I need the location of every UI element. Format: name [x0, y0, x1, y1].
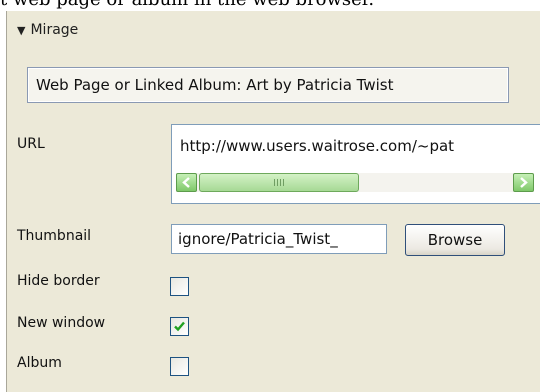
triangle-down-icon[interactable]: ▼: [17, 24, 25, 37]
new-window-label: New window: [17, 315, 106, 331]
mirage-section-header[interactable]: ▼ Mirage: [17, 19, 78, 41]
url-label: URL: [17, 136, 45, 152]
thumbnail-input[interactable]: ignore/Patricia_Twist_: [171, 224, 387, 254]
horizontal-scrollbar[interactable]: [176, 173, 534, 192]
arrow-right-icon[interactable]: [513, 173, 534, 192]
url-field[interactable]: http://www.users.waitrose.com/~pat: [171, 124, 540, 204]
scrollbar-thumb[interactable]: [199, 173, 359, 192]
section-title: Mirage: [30, 22, 79, 38]
linked-album-button[interactable]: Web Page or Linked Album: Art by Patrici…: [27, 67, 509, 103]
check-mark-icon: [174, 321, 185, 332]
new-window-checkbox[interactable]: [170, 317, 189, 336]
page-caption-text: t web page or album in the web browser.: [0, 0, 540, 11]
grip-icon: [274, 179, 284, 186]
arrow-left-icon[interactable]: [176, 173, 197, 192]
page-root: t web page or album in the web browser. …: [0, 0, 540, 392]
album-label: Album: [17, 355, 62, 371]
properties-panel: ▼ Mirage Web Page or Linked Album: Art b…: [6, 11, 540, 392]
album-checkbox[interactable]: [170, 357, 189, 376]
hide-border-checkbox[interactable]: [170, 277, 189, 296]
thumbnail-label: Thumbnail: [17, 228, 92, 244]
hide-border-label: Hide border: [17, 273, 100, 289]
url-value[interactable]: http://www.users.waitrose.com/~pat: [180, 137, 454, 155]
browse-button[interactable]: Browse: [405, 224, 505, 256]
